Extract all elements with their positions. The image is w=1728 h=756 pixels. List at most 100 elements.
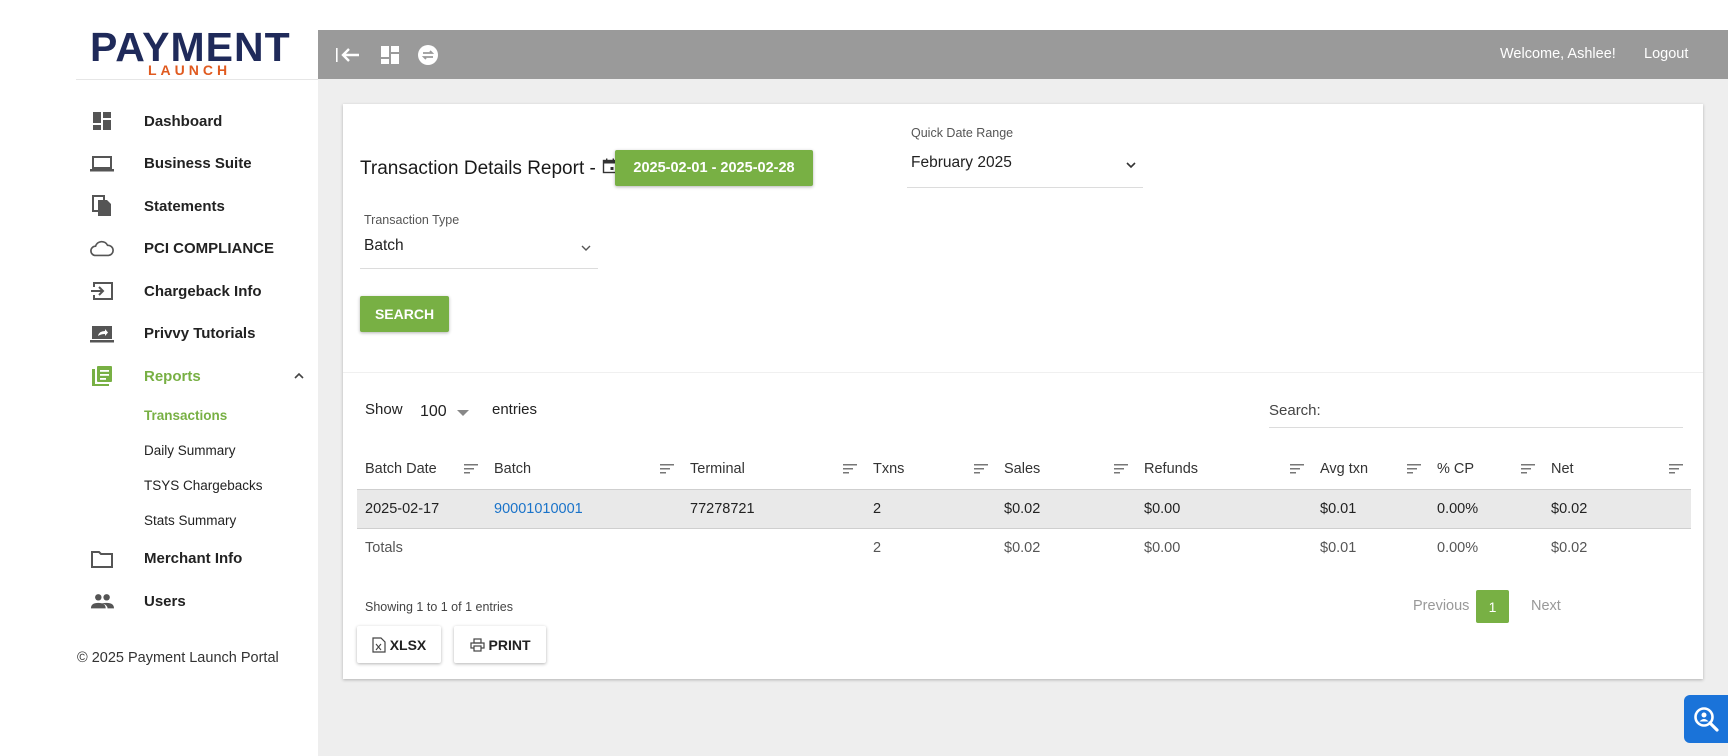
entries-label: entries (492, 401, 538, 418)
sort-icon (843, 464, 857, 474)
sidebar-item-users[interactable]: Users (0, 580, 318, 623)
column-header-batch[interactable]: Batch (486, 450, 682, 490)
excel-file-icon (372, 636, 386, 653)
sort-icon (464, 464, 478, 474)
cell-net: $0.02 (1543, 489, 1691, 529)
totals-label: Totals (365, 539, 403, 556)
sidebar-subitem-daily-summary[interactable]: Daily Summary (0, 433, 318, 468)
date-range-button[interactable]: 2025-02-01 - 2025-02-28 (615, 150, 813, 186)
column-header-terminal[interactable]: Terminal (682, 450, 865, 490)
batch-link[interactable]: 90001010001 (494, 501, 583, 517)
search-input[interactable] (1331, 398, 1671, 424)
sidebar-item-label: Business Suite (144, 155, 252, 173)
table-header-row: Batch Date Batch Terminal Txns Sales Ref… (357, 450, 1691, 490)
column-header-label: Net (1551, 461, 1574, 478)
cloud-icon (90, 237, 114, 261)
totals-row: Totals 2 $0.02 $0.00 $0.01 0.00% $0.02 (357, 528, 1691, 567)
sort-icon (1521, 464, 1535, 474)
page-length-select[interactable]: 100 (420, 397, 470, 427)
chevron-up-icon[interactable] (292, 369, 306, 383)
pagination-previous[interactable]: Previous (1413, 598, 1469, 614)
sidebar-subitem-label: TSYS Chargebacks (144, 477, 263, 493)
sidebar-item-label: PCI COMPLIANCE (144, 240, 275, 258)
column-header-avg-txn[interactable]: Avg txn (1312, 450, 1429, 490)
logo-sub-text: LAUNCH (148, 62, 232, 78)
page-length-control: Show 100 entries (365, 401, 537, 420)
sort-icon (1669, 464, 1683, 474)
column-header-sales[interactable]: Sales (996, 450, 1136, 490)
show-label: Show (365, 401, 403, 418)
people-icon (90, 589, 114, 613)
totals-terminal (682, 528, 865, 567)
sidebar-item-pci-compliance[interactable]: PCI COMPLIANCE (0, 228, 318, 271)
collapse-sidebar-icon[interactable] (335, 42, 361, 68)
pagination-next[interactable]: Next (1531, 598, 1561, 614)
print-label: PRINT (488, 636, 531, 653)
search-button[interactable]: SEARCH (360, 296, 449, 332)
column-header-refunds[interactable]: Refunds (1136, 450, 1312, 490)
table-row[interactable]: 2025-02-17 90001010001 77278721 2 $0.02 … (357, 489, 1691, 529)
transaction-type-select[interactable]: Batch (360, 229, 598, 269)
quick-date-range-label: Quick Date Range (911, 126, 1014, 140)
totals-net: $0.02 (1551, 539, 1588, 556)
card-divider (343, 372, 1703, 373)
transaction-type-value: Batch (364, 237, 404, 254)
logout-link[interactable]: Logout (1644, 46, 1688, 62)
sort-icon (974, 464, 988, 474)
export-xlsx-button[interactable]: XLSX (357, 626, 441, 663)
sidebar-item-label: Reports (144, 367, 201, 385)
dashboard-icon[interactable] (377, 42, 403, 68)
sidebar-subitem-label: Stats Summary (144, 512, 237, 528)
sidebar-item-dashboard[interactable]: Dashboard (0, 100, 318, 143)
sidebar-subitem-tsys-chargebacks[interactable]: TSYS Chargebacks (0, 468, 318, 503)
sidebar-subitem-stats-summary[interactable]: Stats Summary (0, 503, 318, 538)
column-header-label: Sales (1004, 461, 1041, 478)
swap-icon[interactable] (415, 42, 441, 68)
sort-icon (1290, 464, 1304, 474)
documents-icon (90, 194, 114, 218)
column-header-label: Txns (873, 461, 905, 478)
help-search-button[interactable] (1684, 695, 1728, 743)
copyright-text: © 2025 Payment Launch Portal (77, 650, 279, 666)
sidebar-item-chargeback-info[interactable]: Chargeback Info (0, 270, 318, 313)
column-header-pct-cp[interactable]: % CP (1429, 450, 1543, 490)
column-header-label: Avg txn (1320, 461, 1369, 478)
table-search-field (1269, 394, 1683, 428)
column-header-label: Terminal (690, 461, 745, 478)
column-header-txns[interactable]: Txns (865, 450, 996, 490)
welcome-text: Welcome, Ashlee! (1500, 46, 1616, 62)
report-title: Transaction Details Report - (360, 158, 618, 180)
caret-down-icon (457, 410, 469, 416)
print-button[interactable]: PRINT (454, 626, 546, 663)
column-header-batch-date[interactable]: Batch Date (357, 450, 486, 490)
quick-date-range-value: February 2025 (911, 154, 1012, 171)
sidebar-item-merchant-info[interactable]: Merchant Info (0, 538, 318, 581)
pagination-page-1[interactable]: 1 (1476, 590, 1509, 623)
printer-icon (469, 637, 485, 652)
totals-txns: 2 (873, 539, 882, 556)
search-label: Search: (1269, 402, 1321, 419)
column-header-label: Batch Date (365, 461, 437, 478)
column-header-net[interactable]: Net (1543, 450, 1691, 490)
totals-batch (486, 528, 682, 567)
magnifier-person-icon (1694, 707, 1719, 732)
sort-icon (1114, 464, 1128, 474)
column-header-label: Refunds (1144, 461, 1199, 478)
sidebar-item-label: Chargeback Info (144, 282, 262, 300)
sidebar-item-business-suite[interactable]: Business Suite (0, 143, 318, 186)
sidebar-subitem-transactions[interactable]: Transactions (0, 398, 318, 433)
logo-divider (76, 79, 318, 80)
sidebar-item-reports[interactable]: Reports (0, 355, 318, 398)
payment-launch-logo[interactable]: PAYMENT LAUNCH (90, 27, 298, 79)
report-title-text: Transaction Details Report - (360, 158, 596, 179)
top-bar: Welcome, Ashlee! Logout (318, 30, 1728, 79)
transaction-type-label: Transaction Type (364, 213, 460, 227)
sidebar-item-statements[interactable]: Statements (0, 185, 318, 228)
sidebar-item-label: Merchant Info (144, 550, 243, 568)
sidebar-item-privvy-tutorials[interactable]: Privvy Tutorials (0, 313, 318, 356)
folder-icon (90, 547, 114, 571)
dashboard-icon (90, 109, 114, 133)
reports-icon (90, 364, 114, 388)
quick-date-range-select[interactable]: February 2025 (907, 148, 1143, 188)
sidebar-nav: Dashboard Business Suite Statements PCI … (0, 100, 318, 623)
